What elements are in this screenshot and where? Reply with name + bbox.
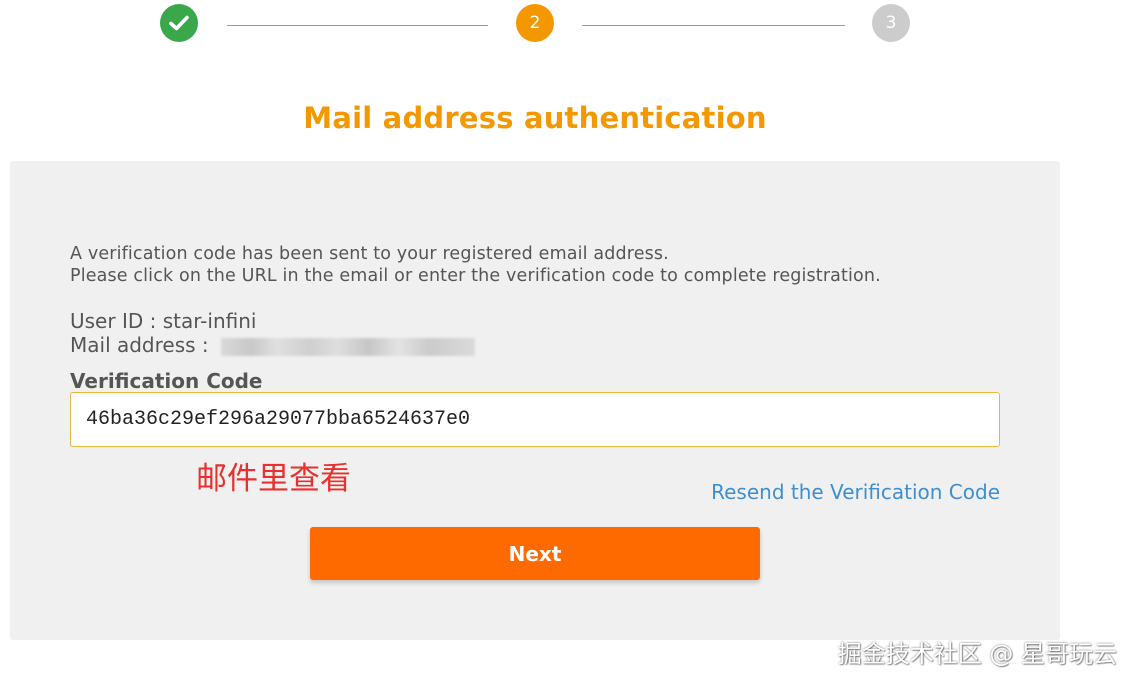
step-3-pending: 3 xyxy=(872,4,910,42)
verification-code-input[interactable] xyxy=(70,392,1000,447)
annotation-text: 邮件里查看 xyxy=(196,461,351,497)
mail-address-label: Mail address : xyxy=(70,333,216,357)
user-id-value: star-infini xyxy=(162,309,257,333)
page: 2 3 Mail address authentication A verifi… xyxy=(0,0,1137,684)
user-id-label: User ID : xyxy=(70,309,163,333)
checkmark-icon xyxy=(169,15,189,31)
mail-address-row: Mail address : xyxy=(70,333,476,357)
user-id-row: User ID : star-infini xyxy=(70,309,256,333)
page-title: Mail address authentication xyxy=(303,101,767,135)
next-button[interactable]: Next xyxy=(310,527,760,580)
step-connector-1 xyxy=(227,25,488,26)
step-1-complete xyxy=(160,4,198,42)
mail-address-value-blurred xyxy=(221,337,476,356)
step-2-current: 2 xyxy=(516,4,554,42)
verification-code-label: Verification Code xyxy=(70,369,263,393)
info-message-line-1: A verification code has been sent to you… xyxy=(70,244,669,264)
info-message-line-2: Please click on the URL in the email or … xyxy=(70,266,881,286)
step-connector-2 xyxy=(582,25,845,26)
watermark: 掘金技术社区 @ 星哥玩云 xyxy=(837,640,1117,668)
resend-verification-code-link[interactable]: Resend the Verification Code xyxy=(711,480,1000,504)
